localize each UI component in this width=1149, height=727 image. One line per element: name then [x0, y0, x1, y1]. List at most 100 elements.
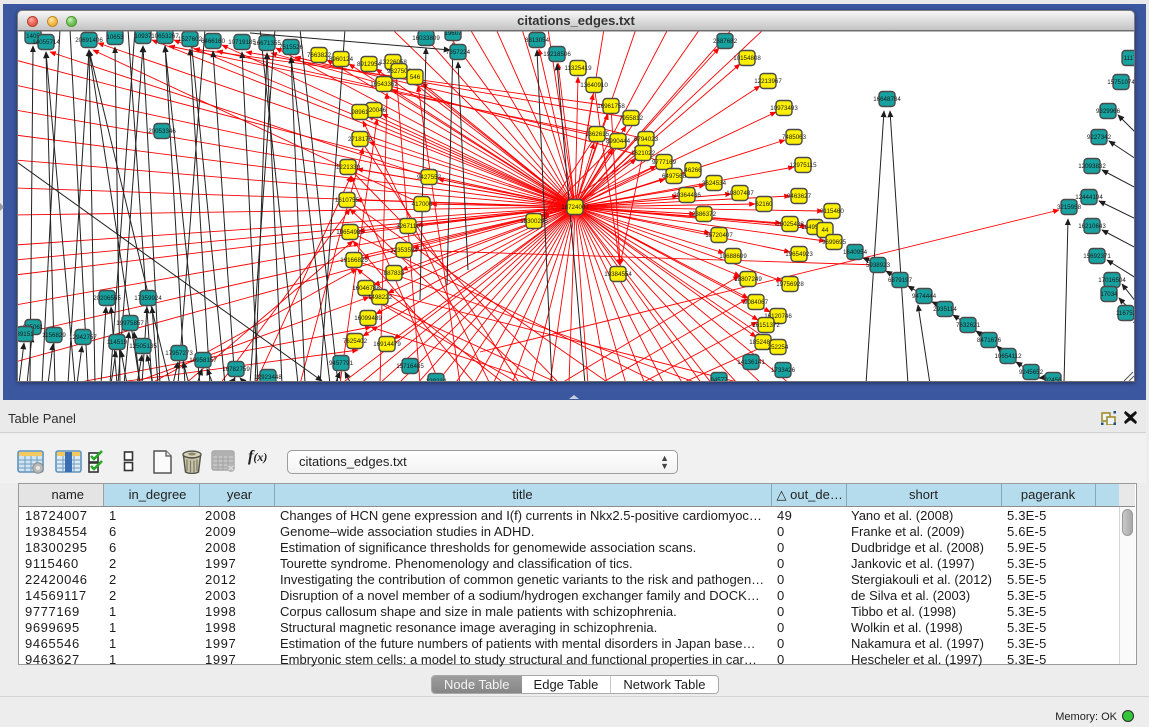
- svg-text:10719185: 10719185: [228, 39, 256, 46]
- svg-text:18300295: 18300295: [520, 218, 548, 225]
- svg-text:9084067: 9084067: [744, 299, 769, 306]
- svg-text:10973493: 10973493: [770, 105, 798, 112]
- svg-text:17957273: 17957273: [165, 350, 193, 357]
- svg-text:18724007: 18724007: [561, 204, 589, 211]
- svg-text:16210643: 16210643: [1078, 223, 1106, 230]
- svg-text:7632621: 7632621: [956, 322, 981, 329]
- svg-text:12923448: 12923448: [254, 374, 282, 381]
- svg-text:16961758: 16961758: [597, 103, 625, 110]
- svg-text:12942757: 12942757: [69, 334, 97, 341]
- svg-text:44: 44: [822, 227, 829, 234]
- svg-text:9427552: 9427552: [417, 174, 442, 181]
- svg-text:2387682: 2387682: [713, 38, 738, 45]
- svg-text:6794023: 6794023: [634, 136, 659, 143]
- svg-text:46266: 46266: [684, 167, 702, 174]
- svg-text:10688609: 10688609: [719, 253, 747, 260]
- svg-text:9699695: 9699695: [822, 239, 847, 246]
- svg-text:546: 546: [410, 74, 421, 81]
- svg-text:12444194: 12444194: [1075, 194, 1103, 201]
- svg-text:16648784: 16648784: [873, 96, 901, 103]
- svg-text:8813054: 8813054: [525, 37, 550, 44]
- svg-text:15692371: 15692371: [1083, 253, 1111, 260]
- svg-text:16914479: 16914479: [373, 341, 401, 348]
- svg-text:1362615: 1362615: [585, 131, 610, 138]
- svg-text:3215958: 3215958: [1057, 204, 1082, 211]
- svg-text:10154808: 10154808: [733, 55, 761, 62]
- svg-text:16099489: 16099489: [354, 315, 382, 322]
- svg-text:5938923: 5938923: [866, 262, 891, 269]
- svg-text:3624534: 3624534: [702, 180, 727, 187]
- svg-text:8990444: 8990444: [606, 138, 631, 145]
- svg-text:15720407: 15720407: [705, 232, 733, 239]
- svg-text:1117: 1117: [1124, 55, 1135, 62]
- svg-text:116753: 116753: [1116, 310, 1135, 317]
- svg-text:13640910: 13640910: [580, 82, 608, 89]
- svg-text:1156829: 1156829: [42, 332, 66, 339]
- svg-text:11325419: 11325419: [564, 65, 592, 72]
- svg-text:1527602: 1527602: [178, 36, 203, 43]
- svg-text:19218506: 19218506: [543, 51, 571, 58]
- svg-text:9457791: 9457791: [329, 360, 354, 367]
- svg-text:20364436: 20364436: [673, 192, 701, 199]
- svg-text:10653267: 10653267: [151, 33, 179, 40]
- svg-text:1610755: 1610755: [335, 197, 360, 204]
- svg-text:10807487: 10807487: [726, 190, 754, 197]
- svg-text:8960124: 8960124: [329, 56, 354, 63]
- svg-text:19166825: 19166825: [340, 257, 368, 264]
- svg-text:7357224: 7357224: [446, 49, 471, 56]
- svg-text:2935114: 2935114: [933, 306, 957, 313]
- svg-text:10653: 10653: [106, 34, 124, 41]
- svg-text:98961: 98961: [351, 109, 369, 116]
- svg-text:2718176: 2718176: [348, 136, 373, 143]
- svg-text:19384554: 19384554: [604, 271, 632, 278]
- svg-text:8912954: 8912954: [357, 61, 382, 68]
- svg-text:417006: 417006: [412, 201, 433, 208]
- svg-text:10654112: 10654112: [994, 353, 1022, 360]
- svg-text:12093832: 12093832: [1078, 163, 1106, 170]
- svg-text:17016504: 17016504: [1098, 277, 1126, 284]
- svg-text:887833: 887833: [384, 270, 405, 277]
- svg-text:6466160: 6466160: [201, 38, 226, 45]
- svg-text:6879197: 6879197: [888, 277, 913, 284]
- svg-text:7663822: 7663822: [307, 52, 332, 59]
- svg-text:18807249: 18807249: [734, 276, 762, 283]
- svg-text:17359924: 17359924: [134, 295, 162, 302]
- svg-text:12353594: 12353594: [390, 247, 418, 254]
- svg-text:252254: 252254: [768, 344, 789, 351]
- svg-text:19975857: 19975857: [116, 320, 144, 327]
- svg-text:9115460: 9115460: [820, 208, 844, 215]
- svg-text:19654985: 19654985: [336, 229, 364, 236]
- svg-text:9463627: 9463627: [787, 193, 812, 200]
- svg-text:7515526: 7515526: [279, 44, 304, 51]
- svg-text:10937: 10937: [134, 33, 152, 40]
- svg-text:15751074: 15751074: [1107, 79, 1135, 86]
- svg-text:12213967: 12213967: [754, 78, 782, 85]
- svg-text:10958157: 10958157: [189, 357, 217, 364]
- svg-text:9329966: 9329966: [1096, 108, 1121, 115]
- svg-text:12975115: 12975115: [789, 162, 817, 169]
- svg-text:16033809: 16033809: [412, 35, 440, 42]
- svg-text:1498222: 1498222: [368, 294, 393, 301]
- svg-text:7625402: 7625402: [343, 338, 368, 345]
- svg-text:10025438: 10025438: [776, 221, 804, 228]
- svg-text:20206555: 20206555: [93, 295, 121, 302]
- svg-text:16782759: 16782759: [222, 366, 250, 373]
- svg-text:15716485: 15716485: [396, 363, 424, 370]
- svg-text:7955812: 7955812: [619, 115, 644, 122]
- svg-text:9777169: 9777169: [652, 159, 677, 166]
- svg-text:20691406: 20691406: [75, 37, 103, 44]
- svg-text:12505135: 12505135: [129, 343, 157, 350]
- svg-text:114519: 114519: [107, 339, 128, 346]
- svg-text:20053346: 20053346: [148, 128, 176, 135]
- svg-text:1621022: 1621022: [631, 150, 656, 157]
- svg-text:19607: 19607: [444, 31, 462, 37]
- svg-text:9474444: 9474444: [912, 293, 937, 300]
- svg-text:19654923: 19654923: [785, 251, 813, 258]
- svg-text:7485063: 7485063: [782, 134, 807, 141]
- svg-text:3267110: 3267110: [396, 223, 420, 230]
- svg-text:16671355: 16671355: [253, 40, 281, 47]
- svg-text:9227342: 9227342: [1087, 134, 1112, 141]
- svg-text:39151: 39151: [17, 331, 34, 338]
- svg-text:17034: 17034: [1100, 291, 1118, 298]
- svg-text:14136141: 14136141: [737, 359, 765, 366]
